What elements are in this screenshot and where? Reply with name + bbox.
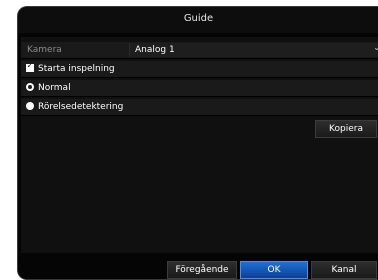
- chevron-down-icon: ⌄: [373, 43, 378, 52]
- start-recording-checkbox[interactable]: ✓: [26, 61, 34, 72]
- footer-bar: Föregående OK Kanal: [18, 258, 378, 279]
- channel-button[interactable]: Kanal: [311, 261, 377, 279]
- radio-normal[interactable]: [26, 83, 34, 91]
- screen: Guide Kamera Analog 1 ⌄ ✓ Starta inspeln…: [0, 0, 378, 280]
- copy-button[interactable]: Kopiera: [315, 120, 377, 138]
- guide-dialog: Guide Kamera Analog 1 ⌄ ✓ Starta inspeln…: [17, 6, 378, 280]
- start-recording-label: Starta inspelning: [38, 64, 115, 74]
- dialog-title: Guide: [183, 13, 214, 24]
- check-icon: ✓: [26, 61, 34, 70]
- title-bar: Guide: [18, 7, 378, 33]
- camera-select[interactable]: Analog 1 ⌄: [129, 43, 378, 57]
- radio-motion-detection-label: Rörelsedetektering: [38, 102, 124, 112]
- camera-label: Kamera: [27, 45, 62, 55]
- radio-motion-detection[interactable]: [26, 102, 34, 110]
- ok-button[interactable]: OK: [240, 261, 308, 279]
- previous-button[interactable]: Föregående: [167, 261, 237, 279]
- radio-normal-row[interactable]: Normal: [21, 80, 378, 97]
- camera-row: Kamera Analog 1 ⌄: [21, 42, 378, 59]
- radio-motion-row[interactable]: Rörelsedetektering: [21, 99, 378, 116]
- start-recording-row[interactable]: ✓ Starta inspelning: [21, 61, 378, 78]
- camera-select-value: Analog 1: [135, 45, 175, 55]
- content-area: Kamera Analog 1 ⌄ ✓ Starta inspelning No…: [21, 37, 378, 253]
- radio-normal-label: Normal: [38, 83, 71, 93]
